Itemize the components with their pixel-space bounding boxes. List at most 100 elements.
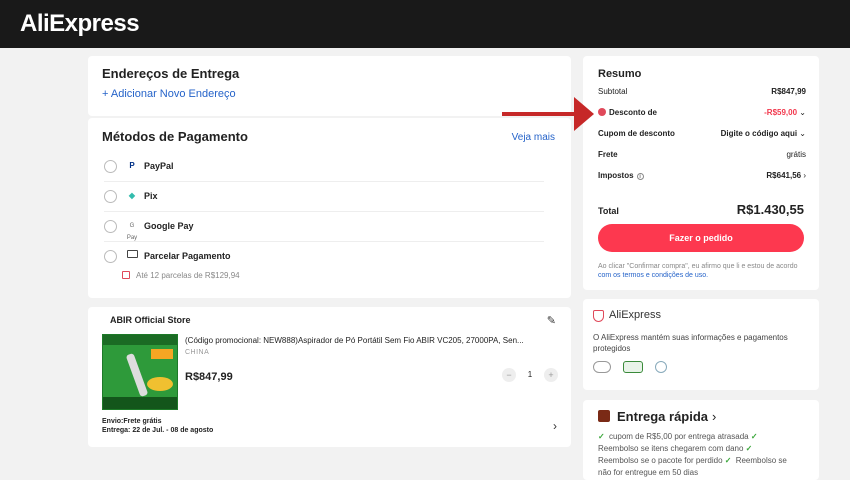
card-icon bbox=[124, 250, 140, 262]
annotation-arrow-head bbox=[574, 97, 594, 131]
shipping-label: Frete bbox=[598, 150, 618, 159]
check-icon: ✓ bbox=[598, 432, 605, 441]
coupon-row[interactable]: Cupom de desconto Digite o código aqui ⌄ bbox=[598, 129, 806, 141]
fast-delivery-title[interactable]: Entrega rápida › bbox=[617, 409, 716, 424]
chevron-right-icon[interactable]: › bbox=[803, 171, 806, 180]
vacuum-head-graphic bbox=[147, 377, 173, 391]
payment-option-pix[interactable]: ◆ Pix bbox=[104, 182, 544, 212]
coupon-input-wrap[interactable]: Digite o código aqui ⌄ bbox=[721, 129, 806, 138]
shield-icon bbox=[593, 310, 604, 322]
payment-option-label: Pix bbox=[144, 191, 158, 201]
product-title[interactable]: (Código promocional: NEW888)Aspirador de… bbox=[185, 336, 557, 345]
product-image[interactable] bbox=[102, 334, 178, 410]
tax-label: Impostos bbox=[598, 171, 634, 180]
buyer-protection-card: AliExpress O AliExpress mantém suas info… bbox=[583, 299, 819, 390]
installment-note: Até 12 parcelas de R$129,94 bbox=[122, 271, 240, 280]
payment-option-label: PayPal bbox=[144, 161, 174, 171]
benefit-text: Reembolso se itens chegarem com dano bbox=[598, 444, 744, 453]
annotation-arrow-shaft bbox=[502, 112, 580, 116]
discount-label-wrap: Desconto de bbox=[598, 108, 657, 117]
total-label: Total bbox=[598, 206, 619, 216]
benefit-text: Reembolso se o pacote for perdido bbox=[598, 456, 723, 465]
radio-button[interactable] bbox=[104, 250, 117, 263]
total-value: R$1.430,55 bbox=[736, 202, 804, 217]
see-more-link[interactable]: Veja mais bbox=[512, 132, 555, 143]
subtotal-row: Subtotal R$847,99 bbox=[598, 87, 806, 99]
payment-option-google-pay[interactable]: G Pay Google Pay bbox=[104, 212, 544, 242]
chevron-right-icon[interactable]: › bbox=[712, 409, 716, 424]
product-image-banner bbox=[103, 335, 177, 345]
fast-delivery-card[interactable]: Entrega rápida › ✓ cupom de R$5,00 por en… bbox=[583, 400, 819, 480]
shipping-address-title: Endereços de Entrega bbox=[102, 66, 240, 81]
security-badge-icon bbox=[593, 361, 611, 373]
discount-value-wrap: -R$59,00 ⌄ bbox=[764, 108, 806, 117]
subtotal-value: R$847,99 bbox=[771, 87, 806, 96]
payment-methods-card: Métodos de Pagamento Veja mais P PayPal … bbox=[88, 118, 571, 298]
place-order-button[interactable]: Fazer o pedido bbox=[598, 224, 804, 252]
protection-description: O AliExpress mantém suas informações e p… bbox=[593, 333, 788, 353]
paypal-icon: P bbox=[129, 161, 135, 170]
payment-option-installments[interactable]: Parcelar Pagamento bbox=[104, 242, 544, 272]
payment-option-paypal[interactable]: P PayPal bbox=[104, 152, 544, 182]
terms-link[interactable]: com os termos e condições de uso. bbox=[598, 272, 708, 279]
fast-delivery-title-text: Entrega rápida bbox=[617, 409, 709, 424]
shipping-cost: Envio:Frete grátis bbox=[102, 418, 162, 425]
check-icon: ✓ bbox=[750, 432, 758, 441]
aliexpress-logo[interactable]: AliExpress bbox=[20, 10, 140, 38]
quantity-stepper: − 1 + bbox=[502, 368, 558, 382]
benefit-line: Reembolso se itens chegarem com dano ✓ bbox=[598, 443, 812, 455]
certification-badge-icon bbox=[655, 361, 667, 373]
edit-icon[interactable]: ✎ bbox=[547, 314, 556, 327]
benefit-text: não for entregue em 50 dias bbox=[598, 468, 699, 477]
chevron-right-icon[interactable]: › bbox=[553, 419, 557, 433]
benefit-line: não for entregue em 50 dias bbox=[598, 467, 812, 479]
top-bar: AliExpress bbox=[0, 0, 850, 48]
discount-value: -R$59,00 bbox=[764, 108, 798, 117]
payment-methods-title: Métodos de Pagamento bbox=[102, 129, 248, 144]
secure-site-badge-icon bbox=[623, 361, 643, 373]
info-icon[interactable]: i bbox=[636, 173, 644, 180]
google-pay-icon: G Pay bbox=[126, 223, 138, 241]
store-name[interactable]: ABIR Official Store bbox=[110, 315, 191, 325]
tax-label-wrap: Impostos i bbox=[598, 171, 644, 180]
coupon-input-placeholder[interactable]: Digite o código aqui bbox=[721, 129, 797, 138]
benefit-line: Reembolso se o pacote for perdido ✓ Reem… bbox=[598, 455, 812, 467]
discount-label: Desconto de bbox=[609, 108, 658, 117]
product-image-footer bbox=[103, 397, 177, 409]
product-price: R$847,99 bbox=[185, 371, 233, 383]
benefit-text: cupom de R$5,00 por entrega atrasada bbox=[608, 432, 749, 441]
protection-brand: AliExpress bbox=[609, 309, 661, 321]
shipping-address-card: Endereços de Entrega + Adicionar Novo En… bbox=[88, 56, 571, 116]
chevron-down-icon[interactable]: ⌄ bbox=[799, 129, 806, 138]
pix-icon: ◆ bbox=[128, 191, 136, 200]
product-origin: CHINA bbox=[185, 349, 210, 356]
radio-button[interactable] bbox=[104, 220, 117, 233]
discount-row[interactable]: Desconto de -R$59,00 ⌄ bbox=[598, 108, 806, 120]
installment-icon bbox=[122, 271, 130, 279]
summary-title: Resumo bbox=[598, 68, 642, 80]
coupon-label: Cupom de desconto bbox=[598, 129, 675, 138]
store-order-card: ABIR Official Store ✎ (Código promociona… bbox=[88, 307, 571, 447]
tax-row[interactable]: Impostos i R$641,56 › bbox=[598, 171, 806, 183]
subtotal-label: Subtotal bbox=[598, 87, 628, 96]
order-summary-card: Resumo Subtotal R$847,99 Desconto de -R$… bbox=[583, 56, 819, 290]
chevron-down-icon[interactable]: ⌄ bbox=[799, 108, 806, 117]
vacuum-handle-graphic bbox=[125, 352, 149, 398]
terms-text: Ao clicar "Confirmar compra", eu afirmo … bbox=[598, 263, 798, 270]
package-icon bbox=[598, 410, 610, 422]
benefit-text: Reembolso se bbox=[735, 456, 787, 465]
fast-delivery-benefits: ✓ cupom de R$5,00 por entrega atrasada ✓… bbox=[598, 431, 812, 479]
radio-button[interactable] bbox=[104, 190, 117, 203]
decrease-quantity-button[interactable]: − bbox=[502, 368, 516, 382]
check-icon: ✓ bbox=[745, 444, 753, 453]
terms-notice: Ao clicar "Confirmar compra", eu afirmo … bbox=[598, 262, 804, 280]
tax-value: R$641,56 bbox=[766, 171, 802, 180]
tax-value-wrap: R$641,56 › bbox=[766, 171, 806, 180]
shipping-value: grátis bbox=[786, 150, 806, 159]
increase-quantity-button[interactable]: + bbox=[544, 368, 558, 382]
add-address-link[interactable]: + Adicionar Novo Endereço bbox=[102, 88, 236, 100]
radio-button[interactable] bbox=[104, 160, 117, 173]
check-icon: ✓ bbox=[724, 456, 732, 465]
discount-icon bbox=[598, 108, 606, 116]
quantity-value[interactable]: 1 bbox=[524, 370, 536, 379]
